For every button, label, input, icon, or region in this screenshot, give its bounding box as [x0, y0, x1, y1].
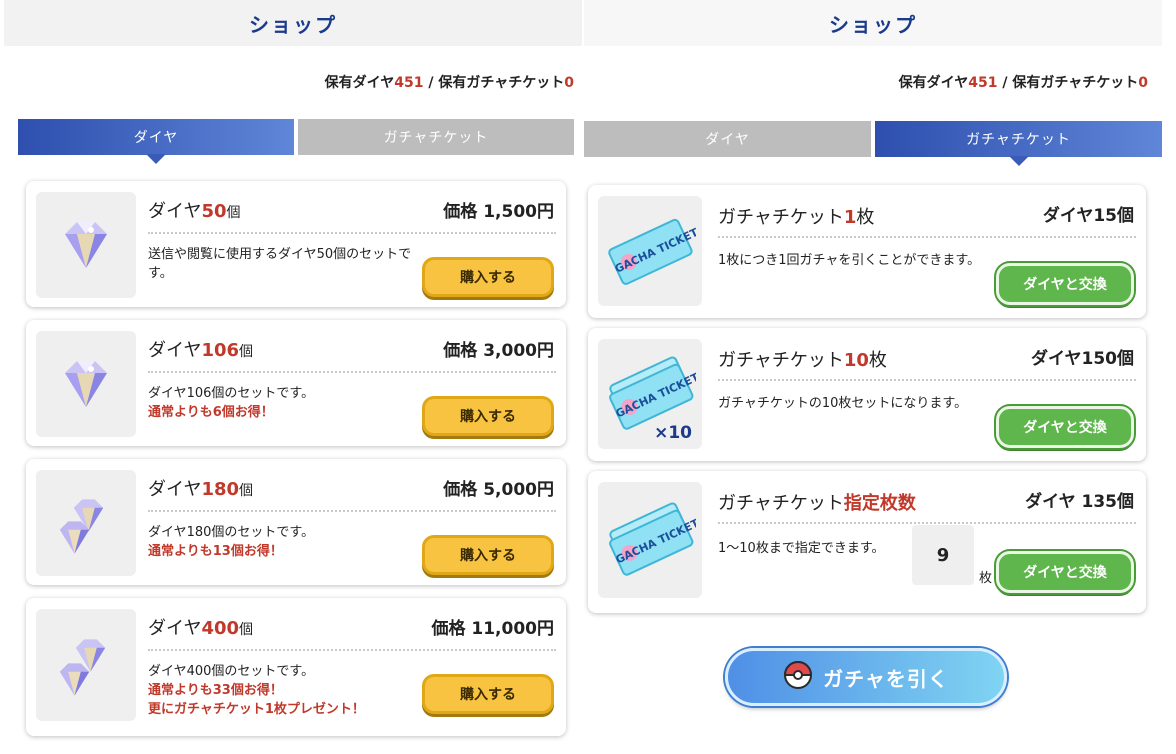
- product-card-ticket-1: GACHA TICKET ガチャチケット1枚 ダイヤ15個 1枚につき1回ガチャ…: [588, 185, 1146, 318]
- product-title: ダイヤ400個: [148, 618, 254, 639]
- product-description: ダイヤ106個のセットです。 通常よりも6個お得！: [148, 384, 418, 422]
- product-card-ticket-10: GACHA TICKET ×10 ガチャチケット10枚 ダイヤ150個 ガチャチ…: [588, 328, 1146, 461]
- product-title: ガチャチケット1枚: [718, 207, 875, 228]
- divider: [148, 649, 556, 651]
- bonus-text: 通常よりも6個お得！: [148, 405, 274, 420]
- exchange-button[interactable]: ダイヤと交換: [996, 263, 1134, 305]
- shop-panel-ticket: ショップ 保有ダイヤ451 / 保有ガチャチケット0 ダイヤ ガチャチケット G…: [584, 0, 1162, 754]
- ticket-balance-label: 保有ガチャチケット: [438, 75, 565, 91]
- bundle-badge: ×10: [654, 423, 692, 443]
- product-card-dia-50: ダイヤ50個 価格 1,500円 送信や閲覧に使用するダイヤ50個のセットです。…: [26, 181, 566, 307]
- tab-dia[interactable]: ダイヤ: [584, 121, 871, 157]
- buy-button[interactable]: 購入する: [422, 396, 554, 436]
- product-description: 送信や閲覧に使用するダイヤ50個のセットです。: [148, 247, 412, 281]
- product-card-ticket-custom: GACHA TICKET ガチャチケット指定枚数 ダイヤ 135個 1〜10枚ま…: [588, 471, 1146, 613]
- product-price: ダイヤ 135個: [1025, 492, 1134, 512]
- product-title: ガチャチケット指定枚数: [718, 493, 916, 514]
- product-title: ダイヤ106個: [148, 340, 254, 361]
- bonus-text: 通常よりも13個お得！: [148, 544, 283, 559]
- gacha-ball-icon: [783, 660, 813, 695]
- divider: [148, 232, 556, 234]
- product-title: ダイヤ50個: [148, 201, 241, 222]
- tab-bar: ダイヤ ガチャチケット: [584, 121, 1162, 166]
- page-title: ショップ: [584, 0, 1162, 46]
- buy-button[interactable]: 購入する: [422, 535, 554, 575]
- product-description: ダイヤ400個のセットです。 通常よりも33個お得！ 更にガチャチケット1枚プレゼン…: [148, 662, 418, 719]
- balance-separator: /: [423, 75, 439, 91]
- ticket-balance-label: 保有ガチャチケット: [1012, 75, 1139, 91]
- product-card-dia-180: ダイヤ180個 価格 5,000円 ダイヤ180個のセットです。 通常よりも13個…: [26, 459, 566, 585]
- shop-panel-dia: ショップ 保有ダイヤ451 / 保有ガチャチケット0 ダイヤ ガチャチケット ダ…: [4, 0, 582, 754]
- product-title: ダイヤ180個: [148, 479, 254, 500]
- draw-gacha-button[interactable]: ガチャを引く: [725, 648, 1007, 706]
- tab-gacha-ticket[interactable]: ガチャチケット: [875, 121, 1162, 166]
- product-card-dia-106: ダイヤ106個 価格 3,000円 ダイヤ106個のセットです。 通常よりも6個お…: [26, 320, 566, 446]
- product-description: ダイヤ180個のセットです。 通常よりも13個お得！: [148, 523, 418, 561]
- buy-button[interactable]: 購入する: [422, 257, 554, 297]
- dia-balance-label: 保有ダイヤ: [898, 75, 969, 91]
- diamond-icon: [36, 331, 136, 437]
- gacha-ticket-bundle-icon: GACHA TICKET: [598, 482, 702, 598]
- bonus-text: 通常よりも33個お得！: [148, 683, 283, 698]
- diamond-cluster-icon: [36, 609, 136, 721]
- divider: [718, 379, 1136, 381]
- quantity-unit: 枚: [979, 571, 993, 586]
- gacha-ticket-bundle-icon: GACHA TICKET ×10: [598, 339, 702, 449]
- divider: [148, 371, 556, 373]
- product-price: 価格 1,500円: [443, 202, 554, 222]
- product-price: 価格 11,000円: [431, 619, 554, 639]
- gacha-ticket-icon: GACHA TICKET: [598, 196, 702, 306]
- product-price: ダイヤ15個: [1042, 206, 1134, 226]
- buy-button[interactable]: 購入する: [422, 674, 554, 714]
- page-title: ショップ: [4, 0, 582, 46]
- tab-dia[interactable]: ダイヤ: [18, 119, 294, 164]
- product-description: 1〜10枚まで指定できます。: [718, 541, 885, 556]
- ticket-balance-value: 0: [564, 75, 574, 91]
- dia-balance-value: 451: [968, 75, 998, 91]
- divider: [148, 510, 556, 512]
- ticket-balance-value: 0: [1138, 75, 1148, 91]
- balance-display: 保有ダイヤ451 / 保有ガチャチケット0: [899, 72, 1148, 92]
- balance-display: 保有ダイヤ451 / 保有ガチャチケット0: [325, 72, 574, 92]
- dia-balance-label: 保有ダイヤ: [324, 75, 395, 91]
- tab-bar: ダイヤ ガチャチケット: [18, 119, 574, 164]
- product-card-dia-400: ダイヤ400個 価格 11,000円 ダイヤ400個のセットです。 通常よりも33…: [26, 598, 566, 736]
- diamond-cluster-icon: [36, 470, 136, 576]
- diamond-icon: [36, 192, 136, 298]
- product-price: 価格 5,000円: [443, 480, 554, 500]
- product-description: ガチャチケットの10枚セットになります。: [718, 396, 968, 411]
- quantity-input[interactable]: 9: [912, 525, 974, 585]
- exchange-button[interactable]: ダイヤと交換: [996, 551, 1134, 593]
- tab-gacha-ticket[interactable]: ガチャチケット: [298, 119, 574, 155]
- balance-separator: /: [997, 75, 1013, 91]
- divider: [718, 236, 1136, 238]
- draw-gacha-label: ガチャを引く: [823, 666, 949, 691]
- exchange-button[interactable]: ダイヤと交換: [996, 406, 1134, 448]
- dia-balance-value: 451: [394, 75, 424, 91]
- divider: [718, 522, 1136, 524]
- product-price: 価格 3,000円: [443, 341, 554, 361]
- product-title: ガチャチケット10枚: [718, 350, 887, 371]
- product-description: 1枚につき1回ガチャを引くことができます。: [718, 253, 981, 268]
- bonus-text-extra: 更にガチャチケット1枚プレゼント！: [148, 702, 365, 717]
- product-price: ダイヤ150個: [1031, 349, 1134, 369]
